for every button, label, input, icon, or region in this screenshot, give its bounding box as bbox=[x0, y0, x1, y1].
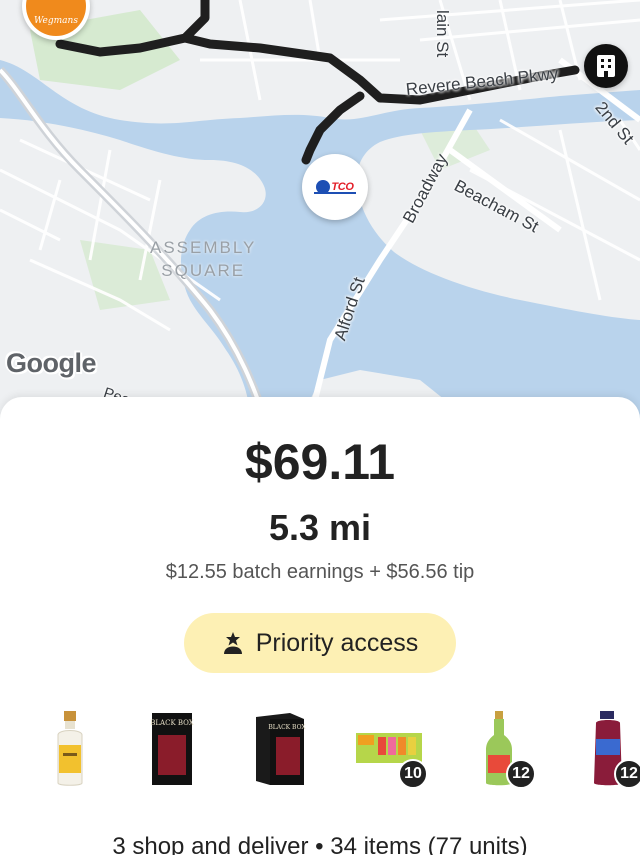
quantity-badge: 10 bbox=[398, 759, 428, 789]
svg-text:BLACK BOX: BLACK BOX bbox=[150, 719, 194, 727]
route-map[interactable]: lain St Revere Beach Pkwy 2nd St Broadwa… bbox=[0, 0, 640, 420]
wegmans-logo-icon: Wegmans bbox=[26, 0, 86, 36]
quantity-badge: 12 bbox=[506, 759, 536, 789]
building-icon bbox=[597, 55, 615, 77]
quantity-badge: 12 bbox=[614, 759, 640, 789]
product-thumbnails[interactable]: BLACK BOX BLACK BOX 10 12 12 bbox=[0, 711, 640, 801]
wine-box-icon: BLACK BOX bbox=[150, 713, 194, 785]
priority-access-badge[interactable]: Priority access bbox=[184, 613, 456, 673]
person-star-icon bbox=[223, 632, 242, 654]
costco-store-pin[interactable]: TCO bbox=[302, 154, 368, 220]
product-thumb-wine-box-2[interactable]: BLACK BOX bbox=[252, 711, 322, 791]
street-label-main-st: lain St bbox=[433, 10, 452, 58]
area-label-assembly-square: ASSEMBLY SQUARE bbox=[150, 238, 257, 280]
earnings-breakdown: $12.55 batch earnings + $56.56 tip bbox=[165, 561, 475, 583]
google-attribution-logo: Google bbox=[6, 348, 97, 378]
offer-price: $69.11 bbox=[244, 434, 396, 490]
priority-access-label: Priority access bbox=[255, 628, 419, 657]
batch-type: 3 shop and deliver bbox=[112, 833, 309, 855]
batch-summary: 3 shop and deliver • 34 items (77 units) bbox=[0, 833, 640, 855]
offer-distance: 5.3 mi bbox=[268, 507, 372, 548]
wine-box-icon: BLACK BOX bbox=[256, 713, 306, 785]
gin-bottle-icon bbox=[57, 711, 83, 786]
product-thumb-izze-pack[interactable]: 10 bbox=[354, 711, 428, 791]
product-thumb-gin-bottle[interactable] bbox=[44, 711, 114, 791]
delivery-building-pin[interactable] bbox=[584, 44, 628, 88]
costco-logo-underline bbox=[314, 192, 356, 194]
batch-offer-screen: lain St Revere Beach Pkwy 2nd St Broadwa… bbox=[0, 0, 640, 855]
svg-text:BLACK BOX: BLACK BOX bbox=[268, 724, 306, 731]
product-thumb-wine-box-1[interactable]: BLACK BOX bbox=[146, 711, 216, 791]
product-thumb-juice-bottle[interactable]: 12 bbox=[588, 711, 640, 791]
product-thumb-cider-bottle[interactable]: 12 bbox=[480, 711, 550, 791]
batch-item-count: 34 items (77 units) bbox=[330, 833, 528, 855]
summary-separator: • bbox=[315, 833, 324, 855]
offer-sheet: $69.11 5.3 mi $12.55 batch earnings + $5… bbox=[0, 397, 640, 855]
